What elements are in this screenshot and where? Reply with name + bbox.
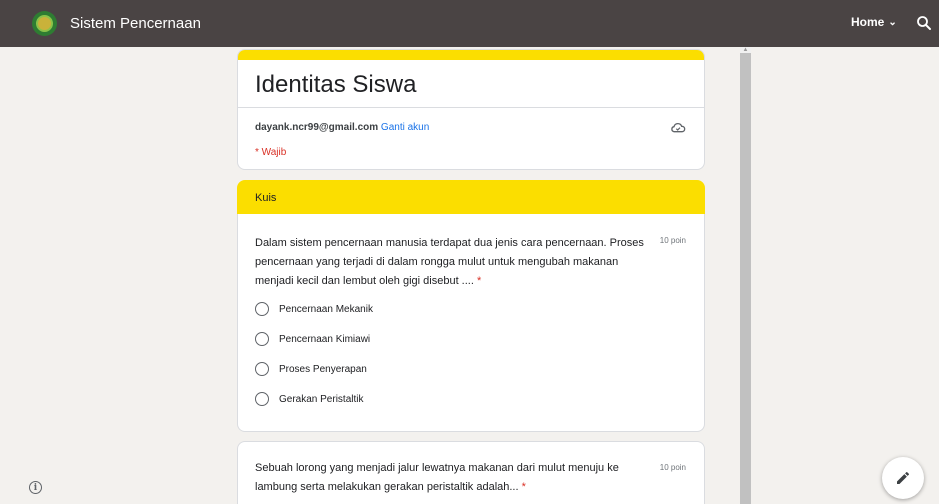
radio-button[interactable] [255,362,269,376]
top-bar: Sistem Pencernaan Home ⌄ [0,0,939,47]
answer-option[interactable]: Pencernaan Mekanik [255,302,373,316]
pencil-icon [897,471,909,484]
edit-button[interactable] [882,457,924,499]
option-label: Pencernaan Kimiawi [279,333,371,345]
scroll-up-arrow[interactable]: ▲ [740,47,751,53]
form-header-card: Identitas Siswa dayank.ncr99@gmail.com G… [237,49,705,170]
form-title: Identitas Siswa [255,71,417,98]
account-info: dayank.ncr99@gmail.com Ganti akun [255,122,429,133]
answer-option[interactable]: Gerakan Peristaltik [255,392,363,406]
question-text: Dalam sistem pencernaan manusia terdapat… [255,234,645,291]
home-menu-label: Home [851,15,885,29]
question-points: 10 poin [659,236,686,245]
radio-button[interactable] [255,332,269,346]
account-email: dayank.ncr99@gmail.com [255,122,379,133]
search-icon[interactable] [915,14,933,32]
header-accent-stripe [238,50,704,60]
radio-button[interactable] [255,302,269,316]
cloud-saved-icon [671,123,686,133]
scrollbar[interactable] [740,47,751,504]
school-logo[interactable] [32,11,57,36]
logo-emblem [36,15,53,32]
option-label: Gerakan Peristaltik [279,393,364,405]
question-card: Sebuah lorong yang menjadi jalur lewatny… [237,441,705,504]
question-text-body: Dalam sistem pencernaan manusia terdapat… [255,237,644,287]
answer-option[interactable]: Proses Penyerapan [255,362,367,376]
section-header: Kuis [237,180,705,215]
option-label: Pencernaan Mekanik [279,303,373,315]
question-card: Dalam sistem pencernaan manusia terdapat… [237,214,705,432]
site-title[interactable]: Sistem Pencernaan [70,15,201,32]
required-asterisk: * [476,275,482,287]
question-text: Sebuah lorong yang menjadi jalur lewatny… [255,459,645,497]
home-menu[interactable]: Home ⌄ [851,15,897,29]
question-points: 10 poin [659,463,686,472]
required-note: * Wajib [255,147,287,158]
radio-button[interactable] [255,392,269,406]
chevron-down-icon: ⌄ [888,16,897,28]
option-label: Proses Penyerapan [279,363,367,375]
answer-option[interactable]: Pencernaan Kimiawi [255,332,370,346]
required-asterisk: * [521,481,526,493]
question-text-body: Sebuah lorong yang menjadi jalur lewatny… [255,462,619,493]
switch-account-link[interactable]: Ganti akun [381,122,429,133]
header-divider [238,107,704,108]
info-icon[interactable]: i [29,481,42,494]
section-title: Kuis [255,192,277,204]
